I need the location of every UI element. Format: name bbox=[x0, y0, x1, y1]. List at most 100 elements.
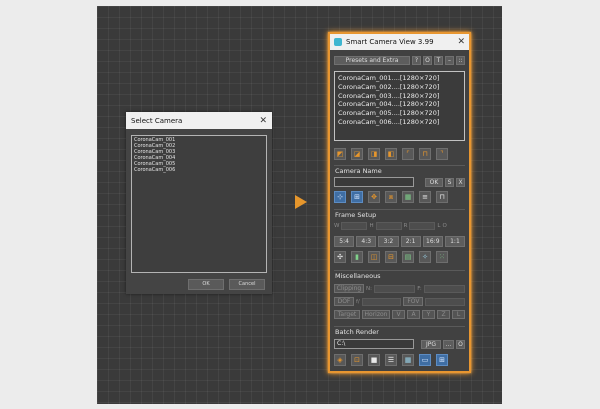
width-label: W bbox=[334, 223, 340, 229]
width-spinner[interactable] bbox=[341, 222, 368, 230]
format-button[interactable]: JPG bbox=[421, 339, 441, 349]
render-icon[interactable]: ◈ bbox=[334, 354, 346, 366]
lock-label[interactable]: L bbox=[437, 223, 440, 229]
fstop-label: f/ bbox=[356, 298, 360, 305]
near-label: N: bbox=[366, 285, 372, 292]
view-left-icon[interactable]: ⌜ bbox=[402, 148, 414, 160]
camera-name-x-button[interactable]: X bbox=[456, 177, 465, 187]
overlay-icon[interactable]: ⊞ bbox=[436, 354, 448, 366]
far-spinner[interactable] bbox=[423, 284, 465, 293]
view-back-icon[interactable]: ◧ bbox=[385, 148, 397, 160]
camera-listbox[interactable]: CoronaCam_001 CoronaCam_002 CoronaCam_00… bbox=[131, 135, 267, 273]
close-icon[interactable]: ✕ bbox=[457, 37, 465, 47]
safe-frame-icon[interactable]: ✣ bbox=[334, 251, 346, 263]
render-selected-icon[interactable]: ⊡ bbox=[351, 354, 363, 366]
view-right-icon[interactable]: ⌝ bbox=[436, 148, 448, 160]
miscellaneous-heading: Miscellaneous bbox=[335, 272, 381, 280]
smart-camera-view-panel: Smart Camera View 3.99 ✕ Presets and Ext… bbox=[328, 32, 471, 373]
view-bottom-icon[interactable]: ⊓ bbox=[419, 148, 431, 160]
divider bbox=[334, 165, 465, 166]
clipping-button[interactable]: Clipping bbox=[334, 284, 364, 293]
camera-name-input[interactable] bbox=[334, 177, 414, 187]
ratio-1-1-button[interactable]: 1:1 bbox=[444, 236, 466, 247]
ok-button[interactable]: OK bbox=[188, 279, 224, 290]
view-side-icon[interactable]: ◨ bbox=[368, 148, 380, 160]
bars-icon[interactable]: ▮ bbox=[351, 251, 363, 263]
ratio-4-3-button[interactable]: 4:3 bbox=[356, 236, 377, 247]
region-icon[interactable]: ⊟ bbox=[385, 251, 397, 263]
cancel-button[interactable]: Cancel bbox=[229, 279, 265, 290]
divider bbox=[334, 209, 465, 210]
camera-name-s-button[interactable]: S bbox=[445, 177, 454, 187]
divider bbox=[334, 326, 465, 327]
target-button[interactable]: Target bbox=[334, 310, 360, 319]
axis-z-button[interactable]: Z bbox=[437, 310, 450, 319]
open-folder-button[interactable]: O bbox=[456, 339, 465, 349]
panel-title: Smart Camera View 3.99 bbox=[346, 38, 434, 46]
list-item[interactable]: CoronaCam_005....[1280×720] bbox=[338, 109, 461, 118]
ratio-spinner[interactable] bbox=[409, 222, 436, 230]
far-label: F: bbox=[417, 285, 422, 292]
fstop-spinner[interactable] bbox=[361, 297, 402, 306]
dof-button[interactable]: DOF bbox=[334, 297, 354, 306]
close-icon[interactable]: ✕ bbox=[259, 116, 267, 126]
axis-v-button[interactable]: V bbox=[392, 310, 405, 319]
level-icon[interactable]: ⊓ bbox=[436, 191, 448, 203]
frame-setup-heading: Frame Setup bbox=[335, 211, 377, 219]
list-item[interactable]: CoronaCam_001....[1280×720] bbox=[338, 74, 461, 83]
orientation-label[interactable]: O bbox=[443, 223, 447, 229]
fov-button[interactable]: FOV bbox=[403, 297, 424, 306]
near-spinner[interactable] bbox=[373, 284, 416, 293]
select-camera-dialog: Select Camera ✕ CoronaCam_001 CoronaCam_… bbox=[126, 112, 272, 294]
list-item[interactable]: CoronaCam_004....[1280×720] bbox=[338, 100, 461, 109]
divider bbox=[334, 270, 465, 271]
app-logo-icon bbox=[334, 38, 342, 46]
list-item[interactable]: CoronaCam_006....[1280×720] bbox=[338, 118, 461, 127]
window-icon[interactable]: ▭ bbox=[419, 354, 431, 366]
presets-button[interactable]: Presets and Extra bbox=[334, 56, 410, 65]
move-icon[interactable]: ✥ bbox=[368, 191, 380, 203]
queue-icon[interactable]: ▦ bbox=[402, 354, 414, 366]
options-button[interactable]: O bbox=[423, 56, 432, 65]
ratio-5-4-button[interactable]: 5:4 bbox=[334, 236, 355, 247]
axis-a-button[interactable]: A bbox=[407, 310, 420, 319]
minimize-button[interactable]: – bbox=[445, 56, 454, 65]
batch-path-input[interactable]: C:\ bbox=[334, 339, 414, 349]
list-item[interactable]: CoronaCam_003....[1280×720] bbox=[338, 92, 461, 101]
ratio-3-2-button[interactable]: 3:2 bbox=[378, 236, 399, 247]
crop-icon[interactable]: ◫ bbox=[368, 251, 380, 263]
height-spinner[interactable] bbox=[375, 222, 402, 230]
ratio-16-9-button[interactable]: 16:9 bbox=[422, 236, 443, 247]
batch-render-heading: Batch Render bbox=[335, 328, 379, 336]
stop-icon[interactable]: ■ bbox=[368, 354, 380, 366]
camera-list[interactable]: CoronaCam_001....[1280×720] CoronaCam_00… bbox=[334, 71, 465, 141]
dialog-titlebar: Select Camera ✕ bbox=[126, 112, 272, 129]
frame-icon[interactable]: ⊞ bbox=[351, 191, 363, 203]
view-front-icon[interactable]: ◪ bbox=[351, 148, 363, 160]
list-item[interactable]: CoronaCam_006 bbox=[134, 167, 264, 173]
dots-icon[interactable]: ⁙ bbox=[436, 251, 448, 263]
target-icon[interactable]: ⊹ bbox=[334, 191, 346, 203]
height-label: H bbox=[369, 223, 374, 229]
list-item[interactable]: CoronaCam_002....[1280×720] bbox=[338, 83, 461, 92]
dock-button[interactable]: :: bbox=[456, 56, 465, 65]
view-top-icon[interactable]: ◩ bbox=[334, 148, 346, 160]
camera-name-heading: Camera Name bbox=[335, 167, 382, 175]
fov-spinner[interactable] bbox=[425, 297, 466, 306]
axis-l-button[interactable]: L bbox=[452, 310, 465, 319]
camera-name-ok-button[interactable]: OK bbox=[425, 177, 443, 187]
dialog-title: Select Camera bbox=[131, 116, 183, 125]
browse-button[interactable]: ... bbox=[443, 339, 454, 349]
grid-view-icon[interactable]: ▤ bbox=[402, 251, 414, 263]
aspect-icon[interactable]: ✧ bbox=[419, 251, 431, 263]
ratio-2-1-button[interactable]: 2:1 bbox=[400, 236, 421, 247]
grid-icon[interactable]: ▦ bbox=[402, 191, 414, 203]
fit-icon[interactable]: ⧈ bbox=[385, 191, 397, 203]
axis-y-button[interactable]: Y bbox=[422, 310, 435, 319]
list-icon[interactable]: ☰ bbox=[385, 354, 397, 366]
help-button[interactable]: ? bbox=[412, 56, 421, 65]
horizon-button[interactable]: Horizon bbox=[362, 310, 390, 319]
align-icon[interactable]: ≡ bbox=[419, 191, 431, 203]
tools-button[interactable]: T bbox=[434, 56, 443, 65]
ratio-label: R bbox=[403, 223, 408, 229]
